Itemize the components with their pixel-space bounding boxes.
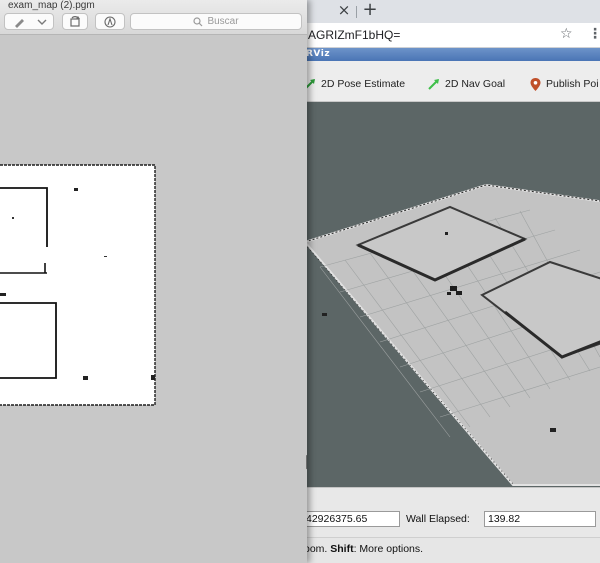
rviz-app: RViz 2D Pose Estimate 2D Nav Goal Publis…: [300, 48, 600, 563]
time-panel: 42926375.65 Wall Elapsed: 139.82: [300, 487, 600, 537]
browser-window: × + AGRIZmF1bHQ= ☆ ⋮ RViz 2D Pose Estima…: [300, 0, 600, 563]
more-icon[interactable]: ⋮: [588, 26, 600, 42]
rviz-title: RViz: [306, 49, 331, 59]
search-input[interactable]: Buscar: [130, 13, 302, 30]
map-debris: [83, 376, 88, 380]
3d-map-render: [303, 183, 600, 486]
tool-2d-nav-goal[interactable]: 2D Nav Goal: [428, 75, 505, 93]
pencil-icon: [15, 18, 24, 28]
new-tab-button[interactable]: +: [362, 1, 378, 19]
preview-titlebar: exam_map (2).pgm Buscar: [0, 0, 307, 35]
search-placeholder: Buscar: [207, 16, 239, 27]
map-debris: [445, 232, 448, 235]
star-icon[interactable]: ☆: [560, 26, 573, 42]
map-debris: [74, 188, 78, 191]
status-text: oom. Shift: More options.: [304, 543, 423, 555]
status-prefix: oom.: [304, 543, 331, 555]
mouse-cursor-icon: [306, 455, 307, 470]
markup-button[interactable]: [4, 13, 54, 30]
map-free-space: [0, 165, 155, 405]
image-canvas[interactable]: [0, 35, 307, 563]
3d-viewport[interactable]: [300, 102, 600, 487]
status-bar: oom. Shift: More options.: [300, 537, 600, 563]
wall-elapsed-label: Wall Elapsed:: [406, 513, 470, 525]
ros-time-field[interactable]: 42926375.65: [302, 511, 400, 527]
tool-publish-point[interactable]: Publish Poi: [530, 75, 599, 93]
status-bold: Shift: [330, 543, 354, 555]
document-title[interactable]: exam_map (2).pgm: [8, 0, 95, 11]
markup-pen-icon: [104, 15, 116, 28]
rviz-titlebar: RViz: [300, 48, 600, 61]
tab-close-button[interactable]: ×: [336, 2, 352, 18]
search-icon: [193, 16, 203, 26]
tab-strip: × +: [300, 0, 600, 23]
rotate-icon: [70, 15, 80, 27]
map-image: [0, 164, 156, 406]
nav-goal-icon: [428, 79, 439, 90]
status-suffix: : More options.: [353, 543, 424, 555]
map-debris: [550, 428, 556, 432]
tab-separator: [356, 6, 357, 18]
url-text[interactable]: AGRIZmF1bHQ=: [308, 28, 400, 42]
map-debris: [151, 375, 155, 380]
tool-label: Publish Poi: [546, 78, 599, 90]
map-debris: [12, 217, 14, 219]
preview-window: exam_map (2).pgm Buscar: [0, 0, 307, 563]
map-pin-icon: [530, 77, 541, 91]
tool-2d-pose-estimate[interactable]: 2D Pose Estimate: [304, 75, 405, 93]
map-debris: [104, 256, 107, 257]
tool-label: 2D Nav Goal: [445, 78, 506, 90]
map-debris: [322, 313, 327, 316]
rotate-button[interactable]: [62, 13, 88, 30]
map-debris: [0, 293, 6, 296]
annotate-button[interactable]: [95, 13, 125, 30]
desktop: × + AGRIZmF1bHQ= ☆ ⋮ RViz 2D Pose Estima…: [0, 0, 600, 563]
tool-label: 2D Pose Estimate: [321, 78, 406, 90]
rviz-toolbar: 2D Pose Estimate 2D Nav Goal Publish Poi: [300, 61, 600, 102]
wall-elapsed-field[interactable]: 139.82: [484, 511, 596, 527]
address-bar[interactable]: AGRIZmF1bHQ= ☆ ⋮: [300, 23, 600, 48]
chevron-down-icon: [37, 19, 47, 25]
